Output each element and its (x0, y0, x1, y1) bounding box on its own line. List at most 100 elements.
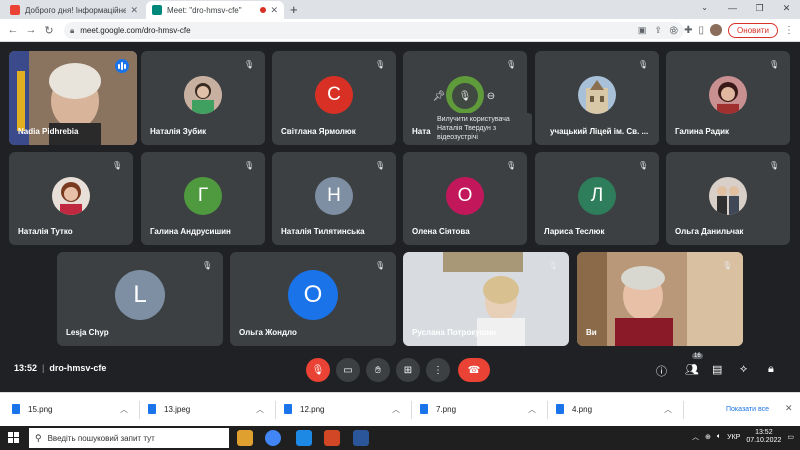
participant-tile[interactable]: Г 🎙︎ Галина Андрусишин (141, 152, 265, 245)
browser-tab-2[interactable]: Meet: "dro-hmsv-cfe" ✕ (146, 1, 284, 19)
participant-tile[interactable]: 🎙︎ Наталія Зубик (141, 51, 265, 145)
download-item[interactable]: 4.png ︿ (556, 404, 676, 414)
host-controls-icon[interactable]: 🔒︎ (768, 363, 774, 376)
restore-icon[interactable]: ❐ (746, 0, 773, 19)
raise-hand-button[interactable]: ✋︎ (366, 358, 390, 382)
participant-tile[interactable]: О 🎙︎ Олена Сіятова (403, 152, 527, 245)
windows-start-icon[interactable] (8, 432, 19, 443)
divider (547, 401, 548, 419)
clock-date: 07.10.2022 (746, 437, 782, 445)
reload-icon[interactable]: ↻ (40, 24, 58, 37)
language-indicator[interactable]: УКР (727, 434, 740, 441)
camera-icon[interactable]: ▣ (638, 25, 647, 36)
participant-tile[interactable]: 🎙︎ Галина Радик (666, 51, 790, 145)
participant-tile[interactable]: Л 🎙︎ Лариса Теслюк (535, 152, 659, 245)
url-text: meet.google.com/dro-hmsv-cfe (80, 26, 191, 35)
participant-initial: Л (578, 176, 616, 215)
sidepanel-icon[interactable]: ▯ (699, 25, 705, 36)
meeting-info: 13:52 | dro-hmsv-cfe (14, 363, 107, 373)
close-window-icon[interactable]: ✕ (773, 0, 800, 19)
chevron-up-icon[interactable]: ︿ (528, 404, 536, 415)
chevron-up-icon[interactable]: ︿ (256, 404, 264, 415)
volume-icon[interactable]: 🔈︎ (717, 433, 721, 441)
participant-tile[interactable]: 🎙︎ Руслана Потрокушин (403, 252, 569, 346)
participant-name: Галина Андрусишин (150, 227, 231, 236)
close-icon[interactable]: ✕ (130, 5, 138, 16)
participant-initial: L (115, 270, 165, 320)
mute-participant-icon[interactable]: 🎙︎ (452, 83, 478, 109)
menu-icon[interactable]: ⋮ (784, 25, 794, 36)
chevron-up-icon[interactable]: ︿ (120, 404, 128, 415)
participant-tile[interactable]: 🎙︎ Наталія Тутко (9, 152, 133, 245)
word-icon[interactable] (353, 430, 369, 446)
chat-icon[interactable]: ▤ (712, 363, 722, 376)
gmail-icon (10, 5, 20, 15)
forward-icon[interactable]: → (22, 24, 40, 36)
divider (683, 401, 684, 419)
chevron-down-icon[interactable]: ⌄ (701, 3, 708, 12)
participant-tile[interactable]: С 🎙︎ Світлана Ярмолюк (272, 51, 396, 145)
tray-chevron-icon[interactable]: ︿ (692, 432, 699, 442)
show-all-downloads-link[interactable]: Показати все (726, 406, 769, 413)
participant-tile[interactable]: L 🎙︎ Lesja Chyp (57, 252, 223, 346)
browser-tab-1[interactable]: Доброго дня! Інформаційне пис ✕ (4, 1, 144, 19)
close-icon[interactable]: ✕ (270, 5, 278, 16)
participant-name: Ольга Данильчак (675, 227, 744, 236)
system-tray: ︿ ⊕ 🔈︎ УКР 13:52 07.10.2022 ▭ (692, 429, 794, 445)
app-icon[interactable] (296, 430, 312, 446)
taskbar-search-input[interactable]: ⚲ Введіть пошуковий запит тут (29, 428, 229, 448)
download-item[interactable]: 12.png ︿ (284, 404, 404, 414)
file-icon (12, 404, 20, 414)
leave-call-button[interactable]: ☎︎ (458, 358, 490, 382)
people-icon[interactable]: 👥︎ (685, 363, 699, 376)
update-button[interactable]: Оновити (728, 22, 778, 38)
participant-tile[interactable]: 🎙︎ учацький Ліцей ім. Св. ... (535, 51, 659, 145)
file-explorer-icon[interactable] (237, 430, 253, 446)
tab-title: Доброго дня! Інформаційне пис (25, 5, 127, 15)
puzzle-icon[interactable]: ✚ (684, 25, 692, 36)
mic-toggle-button[interactable]: 🎙︎ (306, 358, 330, 382)
remove-participant-icon[interactable]: ⊖ (484, 91, 498, 102)
close-icon[interactable]: ✕ (785, 403, 793, 414)
address-bar[interactable]: 🔒︎ meet.google.com/dro-hmsv-cfe ▣ ⇪ ☆ (64, 22, 684, 39)
download-item[interactable]: 7.png ︿ (420, 404, 540, 414)
chevron-up-icon[interactable]: ︿ (664, 404, 672, 415)
participant-name: Ви (586, 328, 597, 337)
participant-tile[interactable]: Н 🎙︎ Наталія Тилятинська (272, 152, 396, 245)
file-icon (284, 404, 292, 414)
mic-off-icon: 🎙︎ (506, 161, 517, 170)
extension-icon[interactable]: ◎ (669, 25, 678, 36)
powerpoint-icon[interactable] (324, 430, 340, 446)
divider (139, 401, 140, 419)
download-filename: 4.png (572, 404, 593, 414)
participant-initial: О (446, 176, 484, 215)
participant-tile[interactable]: Nadia Pidhrebia (9, 51, 137, 145)
pin-icon[interactable]: 📌︎ (432, 91, 446, 102)
more-options-button[interactable]: ⋮ (426, 358, 450, 382)
back-icon[interactable]: ← (4, 24, 22, 36)
chevron-up-icon[interactable]: ︿ (392, 404, 400, 415)
search-placeholder: Введіть пошуковий запит тут (47, 433, 155, 443)
share-icon[interactable]: ⇪ (654, 25, 662, 36)
minimize-icon[interactable]: — (719, 0, 746, 19)
info-icon[interactable]: ⓘ (656, 363, 667, 379)
chrome-icon[interactable] (265, 430, 281, 446)
taskbar-clock[interactable]: 13:52 07.10.2022 (746, 429, 781, 445)
network-icon[interactable]: ⊕ (705, 433, 711, 441)
download-item[interactable]: 15.png ︿ (12, 404, 132, 414)
participant-tile[interactable]: 🎙︎ Ви (577, 252, 743, 346)
participant-tile[interactable]: 🎙︎ Ольга Данильчак (666, 152, 790, 245)
new-tab-icon[interactable]: + (290, 2, 298, 17)
participant-tile[interactable]: О 🎙︎ Ольга Жондло (230, 252, 396, 346)
participant-avatar (52, 176, 90, 215)
camera-toggle-button[interactable]: ▭ (336, 358, 360, 382)
activities-icon[interactable]: ⟡ (740, 363, 747, 376)
profile-avatar[interactable] (710, 24, 723, 36)
participant-initial: О (288, 270, 338, 320)
file-icon (420, 404, 428, 414)
notifications-icon[interactable]: ▭ (787, 433, 794, 441)
participant-initial: Н (315, 176, 353, 215)
divider (275, 401, 276, 419)
download-item[interactable]: 13.jpeg ︿ (148, 404, 268, 414)
present-button[interactable]: ⊞ (396, 358, 420, 382)
